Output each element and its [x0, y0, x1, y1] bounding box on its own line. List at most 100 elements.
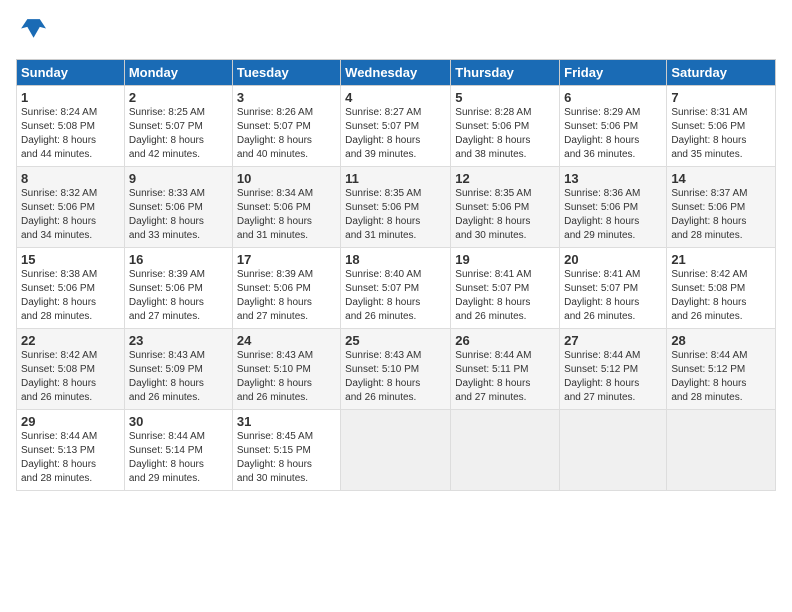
day-number: 3: [237, 90, 336, 105]
day-info: Sunrise: 8:25 AMSunset: 5:07 PMDaylight:…: [129, 106, 228, 162]
day-number: 14: [671, 171, 771, 186]
table-row: 9Sunrise: 8:33 AMSunset: 5:06 PMDaylight…: [124, 167, 232, 248]
day-info: Sunrise: 8:40 AMSunset: 5:07 PMDaylight:…: [345, 268, 446, 324]
week-row-1: 1Sunrise: 8:24 AMSunset: 5:08 PMDaylight…: [17, 86, 776, 167]
day-number: 27: [564, 333, 662, 348]
day-info: Sunrise: 8:33 AMSunset: 5:06 PMDaylight:…: [129, 187, 228, 243]
day-number: 12: [455, 171, 555, 186]
table-row: 26Sunrise: 8:44 AMSunset: 5:11 PMDayligh…: [451, 329, 560, 410]
day-number: 10: [237, 171, 336, 186]
table-row: 13Sunrise: 8:36 AMSunset: 5:06 PMDayligh…: [560, 167, 667, 248]
day-info: Sunrise: 8:44 AMSunset: 5:12 PMDaylight:…: [671, 349, 771, 405]
day-number: 21: [671, 252, 771, 267]
day-number: 17: [237, 252, 336, 267]
table-row: [667, 410, 776, 491]
table-row: 8Sunrise: 8:32 AMSunset: 5:06 PMDaylight…: [17, 167, 125, 248]
day-number: 16: [129, 252, 228, 267]
day-info: Sunrise: 8:43 AMSunset: 5:09 PMDaylight:…: [129, 349, 228, 405]
table-row: 3Sunrise: 8:26 AMSunset: 5:07 PMDaylight…: [232, 86, 340, 167]
day-number: 28: [671, 333, 771, 348]
day-number: 13: [564, 171, 662, 186]
week-row-4: 22Sunrise: 8:42 AMSunset: 5:08 PMDayligh…: [17, 329, 776, 410]
day-info: Sunrise: 8:26 AMSunset: 5:07 PMDaylight:…: [237, 106, 336, 162]
day-info: Sunrise: 8:35 AMSunset: 5:06 PMDaylight:…: [345, 187, 446, 243]
table-row: 4Sunrise: 8:27 AMSunset: 5:07 PMDaylight…: [341, 86, 451, 167]
table-row: 7Sunrise: 8:31 AMSunset: 5:06 PMDaylight…: [667, 86, 776, 167]
table-row: 15Sunrise: 8:38 AMSunset: 5:06 PMDayligh…: [17, 248, 125, 329]
day-info: Sunrise: 8:34 AMSunset: 5:06 PMDaylight:…: [237, 187, 336, 243]
table-row: [560, 410, 667, 491]
day-number: 22: [21, 333, 120, 348]
day-info: Sunrise: 8:42 AMSunset: 5:08 PMDaylight:…: [21, 349, 120, 405]
day-info: Sunrise: 8:44 AMSunset: 5:14 PMDaylight:…: [129, 430, 228, 486]
table-row: 23Sunrise: 8:43 AMSunset: 5:09 PMDayligh…: [124, 329, 232, 410]
day-number: 24: [237, 333, 336, 348]
day-info: Sunrise: 8:44 AMSunset: 5:12 PMDaylight:…: [564, 349, 662, 405]
day-of-week-header-row: SundayMondayTuesdayWednesdayThursdayFrid…: [17, 60, 776, 86]
table-row: 14Sunrise: 8:37 AMSunset: 5:06 PMDayligh…: [667, 167, 776, 248]
week-row-5: 29Sunrise: 8:44 AMSunset: 5:13 PMDayligh…: [17, 410, 776, 491]
week-row-2: 8Sunrise: 8:32 AMSunset: 5:06 PMDaylight…: [17, 167, 776, 248]
table-row: 16Sunrise: 8:39 AMSunset: 5:06 PMDayligh…: [124, 248, 232, 329]
table-row: 17Sunrise: 8:39 AMSunset: 5:06 PMDayligh…: [232, 248, 340, 329]
day-info: Sunrise: 8:39 AMSunset: 5:06 PMDaylight:…: [129, 268, 228, 324]
day-info: Sunrise: 8:24 AMSunset: 5:08 PMDaylight:…: [21, 106, 120, 162]
table-row: 20Sunrise: 8:41 AMSunset: 5:07 PMDayligh…: [560, 248, 667, 329]
table-row: 1Sunrise: 8:24 AMSunset: 5:08 PMDaylight…: [17, 86, 125, 167]
logo: [16, 16, 46, 49]
table-row: 30Sunrise: 8:44 AMSunset: 5:14 PMDayligh…: [124, 410, 232, 491]
day-number: 4: [345, 90, 446, 105]
day-info: Sunrise: 8:39 AMSunset: 5:06 PMDaylight:…: [237, 268, 336, 324]
col-header-thursday: Thursday: [451, 60, 560, 86]
table-row: [451, 410, 560, 491]
table-row: 31Sunrise: 8:45 AMSunset: 5:15 PMDayligh…: [232, 410, 340, 491]
calendar-table: SundayMondayTuesdayWednesdayThursdayFrid…: [16, 59, 776, 491]
table-row: 27Sunrise: 8:44 AMSunset: 5:12 PMDayligh…: [560, 329, 667, 410]
table-row: 28Sunrise: 8:44 AMSunset: 5:12 PMDayligh…: [667, 329, 776, 410]
page: SundayMondayTuesdayWednesdayThursdayFrid…: [0, 0, 792, 612]
col-header-wednesday: Wednesday: [341, 60, 451, 86]
table-row: 2Sunrise: 8:25 AMSunset: 5:07 PMDaylight…: [124, 86, 232, 167]
day-info: Sunrise: 8:42 AMSunset: 5:08 PMDaylight:…: [671, 268, 771, 324]
day-info: Sunrise: 8:35 AMSunset: 5:06 PMDaylight:…: [455, 187, 555, 243]
day-info: Sunrise: 8:44 AMSunset: 5:11 PMDaylight:…: [455, 349, 555, 405]
day-number: 29: [21, 414, 120, 429]
table-row: 5Sunrise: 8:28 AMSunset: 5:06 PMDaylight…: [451, 86, 560, 167]
day-number: 15: [21, 252, 120, 267]
table-row: 24Sunrise: 8:43 AMSunset: 5:10 PMDayligh…: [232, 329, 340, 410]
day-info: Sunrise: 8:38 AMSunset: 5:06 PMDaylight:…: [21, 268, 120, 324]
day-number: 7: [671, 90, 771, 105]
table-row: 10Sunrise: 8:34 AMSunset: 5:06 PMDayligh…: [232, 167, 340, 248]
table-row: 6Sunrise: 8:29 AMSunset: 5:06 PMDaylight…: [560, 86, 667, 167]
col-header-friday: Friday: [560, 60, 667, 86]
day-number: 18: [345, 252, 446, 267]
day-number: 20: [564, 252, 662, 267]
day-number: 5: [455, 90, 555, 105]
logo-icon: [18, 16, 46, 44]
day-info: Sunrise: 8:27 AMSunset: 5:07 PMDaylight:…: [345, 106, 446, 162]
day-info: Sunrise: 8:36 AMSunset: 5:06 PMDaylight:…: [564, 187, 662, 243]
calendar-body: 1Sunrise: 8:24 AMSunset: 5:08 PMDaylight…: [17, 86, 776, 491]
day-info: Sunrise: 8:29 AMSunset: 5:06 PMDaylight:…: [564, 106, 662, 162]
table-row: 18Sunrise: 8:40 AMSunset: 5:07 PMDayligh…: [341, 248, 451, 329]
day-info: Sunrise: 8:37 AMSunset: 5:06 PMDaylight:…: [671, 187, 771, 243]
col-header-sunday: Sunday: [17, 60, 125, 86]
day-number: 9: [129, 171, 228, 186]
col-header-tuesday: Tuesday: [232, 60, 340, 86]
table-row: 19Sunrise: 8:41 AMSunset: 5:07 PMDayligh…: [451, 248, 560, 329]
table-row: 21Sunrise: 8:42 AMSunset: 5:08 PMDayligh…: [667, 248, 776, 329]
day-number: 30: [129, 414, 228, 429]
day-info: Sunrise: 8:41 AMSunset: 5:07 PMDaylight:…: [564, 268, 662, 324]
table-row: 25Sunrise: 8:43 AMSunset: 5:10 PMDayligh…: [341, 329, 451, 410]
day-info: Sunrise: 8:45 AMSunset: 5:15 PMDaylight:…: [237, 430, 336, 486]
table-row: 11Sunrise: 8:35 AMSunset: 5:06 PMDayligh…: [341, 167, 451, 248]
table-row: 12Sunrise: 8:35 AMSunset: 5:06 PMDayligh…: [451, 167, 560, 248]
header: [16, 16, 776, 49]
day-info: Sunrise: 8:28 AMSunset: 5:06 PMDaylight:…: [455, 106, 555, 162]
day-info: Sunrise: 8:41 AMSunset: 5:07 PMDaylight:…: [455, 268, 555, 324]
day-number: 2: [129, 90, 228, 105]
day-info: Sunrise: 8:43 AMSunset: 5:10 PMDaylight:…: [345, 349, 446, 405]
week-row-3: 15Sunrise: 8:38 AMSunset: 5:06 PMDayligh…: [17, 248, 776, 329]
table-row: 29Sunrise: 8:44 AMSunset: 5:13 PMDayligh…: [17, 410, 125, 491]
day-number: 31: [237, 414, 336, 429]
